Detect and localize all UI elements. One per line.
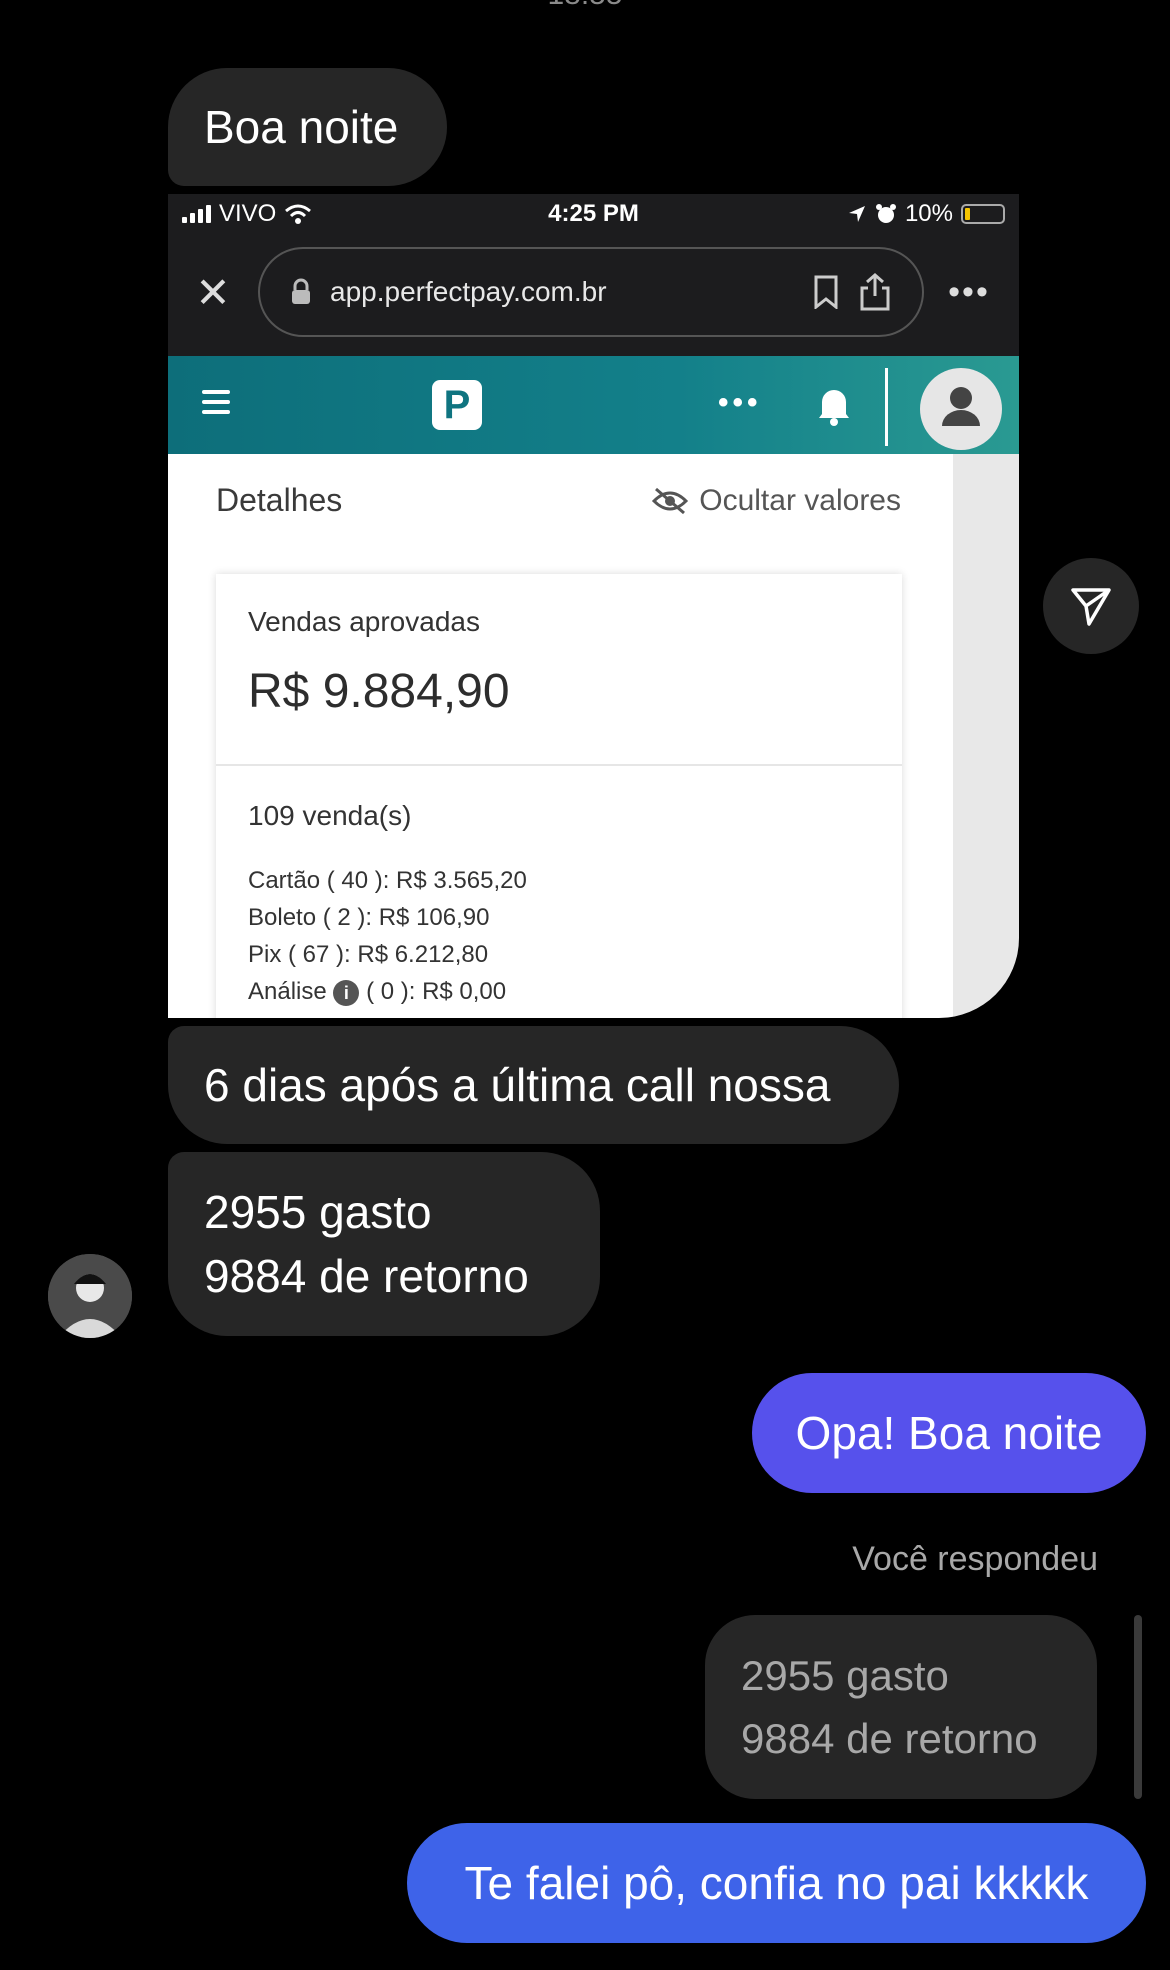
- pix-payment-line: Pix ( 67 ): R$ 6.212,80: [248, 941, 489, 968]
- lock-icon: [292, 278, 310, 304]
- message-line: 9884 de retorno: [204, 1250, 529, 1302]
- more-options-icon[interactable]: •••: [924, 273, 1014, 312]
- wifi-icon: [285, 204, 312, 224]
- url-text: app.perfectpay.com.br: [330, 276, 607, 307]
- app-bar-divider: [885, 368, 888, 446]
- card-payment-line: Cartão ( 40 ): R$ 3.565,20: [248, 867, 527, 894]
- quoted-line: 9884 de retorno: [741, 1715, 1038, 1762]
- hide-values-label: Ocultar valores: [699, 484, 901, 517]
- analysis-label: Análise: [248, 978, 327, 1005]
- app-content: Detalhes Ocultar valores Vendas aprovada…: [168, 454, 953, 1018]
- card-label: Vendas aprovadas: [248, 606, 480, 637]
- bookmark-icon[interactable]: [812, 275, 840, 309]
- hide-values-button[interactable]: Ocultar valores: [651, 484, 901, 518]
- sales-breakdown: Cartão ( 40 ): R$ 3.565,20 Boleto ( 2 ):…: [248, 862, 527, 1010]
- bell-icon[interactable]: [816, 382, 852, 426]
- menu-icon[interactable]: [202, 390, 230, 420]
- message-text: 6 dias após a última call nossa: [204, 1058, 831, 1111]
- app-bar: P •••: [168, 356, 1019, 454]
- message-greeting[interactable]: Boa noite: [168, 68, 447, 186]
- battery-percent: 10%: [904, 200, 953, 227]
- quoted-message[interactable]: 2955 gasto 9884 de retorno: [705, 1615, 1097, 1799]
- carrier-label: VIVO: [219, 200, 277, 227]
- section-title: Detalhes: [216, 482, 343, 518]
- sales-card: Vendas aprovadas R$ 9.884,90 109 venda(s…: [216, 574, 902, 1018]
- sales-count: 109 venda(s): [248, 800, 412, 831]
- message-days-after[interactable]: 6 dias após a última call nossa: [168, 1026, 899, 1144]
- analysis-line: Análise i ( 0 ): R$ 0,00: [248, 973, 527, 1010]
- shared-screenshot[interactable]: VIVO 4:25 PM 10% ✕ app.perfectpay.com.br…: [168, 194, 1019, 1018]
- status-time: 4:25 PM: [548, 200, 639, 227]
- content-scroll-area: [953, 454, 1019, 1018]
- signal-icon: [182, 205, 211, 223]
- analysis-value: ( 0 ): R$ 0,00: [366, 978, 507, 1005]
- card-value: R$ 9.884,90: [248, 665, 510, 718]
- card-divider: [216, 764, 902, 766]
- message-text: Te falei pô, confia no pai kkkkk: [464, 1857, 1089, 1909]
- app-more-icon[interactable]: •••: [718, 386, 762, 420]
- url-bar[interactable]: app.perfectpay.com.br: [258, 247, 924, 337]
- quote-bar: [1134, 1615, 1142, 1799]
- quoted-line: 2955 gasto: [741, 1652, 949, 1699]
- message-final[interactable]: Te falei pô, confia no pai kkkkk: [407, 1823, 1146, 1943]
- browser-bar: ✕ app.perfectpay.com.br •••: [168, 234, 1019, 350]
- message-text: Boa noite: [204, 100, 399, 153]
- timestamp: 18:55: [0, 0, 1170, 12]
- sender-avatar[interactable]: [48, 1254, 132, 1338]
- boleto-payment-line: Boleto ( 2 ): R$ 106,90: [248, 904, 490, 931]
- share-button[interactable]: [1043, 558, 1139, 654]
- app-logo: P: [432, 380, 482, 430]
- message-text: Opa! Boa noite: [795, 1407, 1103, 1459]
- share-icon[interactable]: [858, 272, 892, 312]
- close-icon[interactable]: ✕: [168, 268, 258, 317]
- replied-label: Você respondeu: [852, 1540, 1098, 1578]
- message-reply-greeting[interactable]: Opa! Boa noite: [752, 1373, 1146, 1493]
- eye-off-icon: [652, 487, 689, 515]
- message-results[interactable]: 2955 gasto 9884 de retorno: [168, 1152, 600, 1336]
- info-icon[interactable]: i: [333, 979, 360, 1006]
- user-avatar[interactable]: [920, 368, 1002, 450]
- location-icon: [848, 206, 865, 222]
- paper-plane-icon: [1071, 588, 1111, 626]
- status-bar: VIVO 4:25 PM 10%: [168, 194, 1019, 234]
- message-line: 2955 gasto: [204, 1185, 432, 1238]
- alarm-icon: [875, 204, 896, 223]
- battery-icon: [961, 204, 1005, 224]
